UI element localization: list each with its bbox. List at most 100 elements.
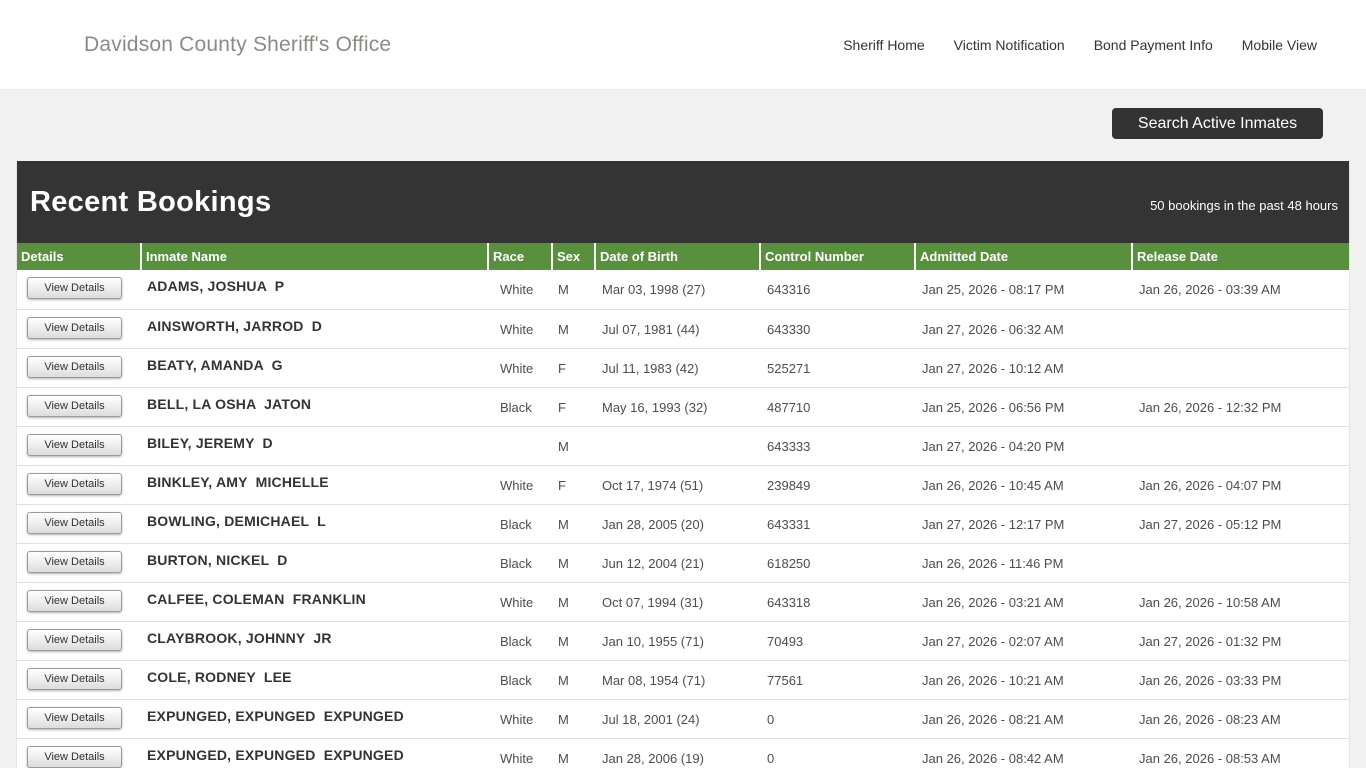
admitted-date-cell: Jan 25, 2026 - 08:17 PM xyxy=(915,270,1132,310)
view-details-button[interactable]: View Details xyxy=(27,706,122,729)
table-row: View Details EXPUNGED, EXPUNGED EXPUNGED… xyxy=(17,738,1349,768)
details-cell: View Details xyxy=(17,270,141,310)
release-date-cell: Jan 27, 2026 - 01:32 PM xyxy=(1132,621,1349,661)
search-row: Search Active Inmates xyxy=(0,90,1366,145)
details-cell: View Details xyxy=(17,699,141,739)
details-cell: View Details xyxy=(17,582,141,622)
release-date-cell xyxy=(1132,348,1349,388)
release-date-cell: Jan 26, 2026 - 08:23 AM xyxy=(1132,699,1349,739)
race-cell: White xyxy=(488,270,552,310)
date-of-birth-cell: Jan 28, 2006 (19) xyxy=(595,738,760,768)
admitted-date-cell: Jan 27, 2026 - 04:20 PM xyxy=(915,426,1132,466)
race-cell: Black xyxy=(488,543,552,583)
view-details-button[interactable]: View Details xyxy=(27,316,122,339)
sex-cell: M xyxy=(552,660,595,700)
control-number-cell: 239849 xyxy=(760,465,915,505)
view-details-button[interactable]: View Details xyxy=(27,394,122,417)
control-number-cell: 70493 xyxy=(760,621,915,661)
column-header: Date of Birth xyxy=(594,243,760,270)
inmate-name-cell: BEATY, AMANDA G xyxy=(141,348,488,388)
control-number-cell: 643318 xyxy=(760,582,915,622)
view-details-button[interactable]: View Details xyxy=(27,550,122,573)
view-details-button[interactable]: View Details xyxy=(27,511,122,534)
inmate-name-cell: EXPUNGED, EXPUNGED EXPUNGED xyxy=(141,738,488,768)
admitted-date-cell: Jan 26, 2026 - 08:21 AM xyxy=(915,699,1132,739)
control-number-cell: 643331 xyxy=(760,504,915,544)
nav-item[interactable]: Mobile View xyxy=(1242,37,1317,53)
date-of-birth-cell: Oct 17, 1974 (51) xyxy=(595,465,760,505)
race-cell: Black xyxy=(488,387,552,427)
table-row: View Details AINSWORTH, JARROD D White M… xyxy=(17,309,1349,349)
search-active-inmates-button[interactable]: Search Active Inmates xyxy=(1112,108,1323,139)
sex-cell: F xyxy=(552,348,595,388)
race-cell: Black xyxy=(488,504,552,544)
details-cell: View Details xyxy=(17,465,141,505)
admitted-date-cell: Jan 27, 2026 - 10:12 AM xyxy=(915,348,1132,388)
inmate-name-cell: ADAMS, JOSHUA P xyxy=(141,270,488,310)
table-row: View Details BELL, LA OSHA JATON Black F… xyxy=(17,387,1349,427)
details-cell: View Details xyxy=(17,426,141,466)
release-date-cell: Jan 27, 2026 - 05:12 PM xyxy=(1132,504,1349,544)
view-details-button[interactable]: View Details xyxy=(27,667,122,690)
table-header: Details Inmate Name Race Sex Date of Birth Co… xyxy=(17,243,1349,270)
view-details-button[interactable]: View Details xyxy=(27,628,122,651)
inmate-name-cell: BELL, LA OSHA JATON xyxy=(141,387,488,427)
release-date-cell: Jan 26, 2026 - 03:33 PM xyxy=(1132,660,1349,700)
race-cell: Black xyxy=(488,660,552,700)
nav-item[interactable]: Sheriff Home xyxy=(843,37,924,53)
admitted-date-cell: Jan 26, 2026 - 08:42 AM xyxy=(915,738,1132,768)
control-number-cell: 643330 xyxy=(760,309,915,349)
admitted-date-cell: Jan 26, 2026 - 10:21 AM xyxy=(915,660,1132,700)
table-row: View Details COLE, RODNEY LEE Black M Ma… xyxy=(17,660,1349,700)
table-row: View Details BILEY, JEREMY D M 643333 Ja… xyxy=(17,426,1349,466)
race-cell xyxy=(488,426,552,466)
column-header: Control Number xyxy=(759,243,915,270)
control-number-cell: 0 xyxy=(760,699,915,739)
race-cell: White xyxy=(488,348,552,388)
release-date-cell: Jan 26, 2026 - 08:53 AM xyxy=(1132,738,1349,768)
inmate-name-cell: COLE, RODNEY LEE xyxy=(141,660,488,700)
column-header: Sex xyxy=(551,243,595,270)
sex-cell: M xyxy=(552,270,595,310)
view-details-button[interactable]: View Details xyxy=(27,433,122,456)
table-row: View Details BEATY, AMANDA G White F Jul… xyxy=(17,348,1349,388)
inmate-name-cell: EXPUNGED, EXPUNGED EXPUNGED xyxy=(141,699,488,739)
table-row: View Details CLAYBROOK, JOHNNY JR Black … xyxy=(17,621,1349,661)
sex-cell: M xyxy=(552,504,595,544)
nav-item[interactable]: Victim Notification xyxy=(954,37,1065,53)
race-cell: White xyxy=(488,582,552,622)
column-header: Release Date xyxy=(1131,243,1349,270)
sex-cell: M xyxy=(552,582,595,622)
view-details-button[interactable]: View Details xyxy=(27,472,122,495)
date-of-birth-cell: Jul 11, 1983 (42) xyxy=(595,348,760,388)
view-details-button[interactable]: View Details xyxy=(27,277,122,299)
date-of-birth-cell: Mar 08, 1954 (71) xyxy=(595,660,760,700)
bookings-banner: Recent Bookings 50 bookings in the past … xyxy=(17,161,1349,243)
nav-item[interactable]: Bond Payment Info xyxy=(1094,37,1213,53)
view-details-button[interactable]: View Details xyxy=(27,355,122,378)
date-of-birth-cell: Jul 18, 2001 (24) xyxy=(595,699,760,739)
control-number-cell: 0 xyxy=(760,738,915,768)
inmate-name-cell: BINKLEY, AMY MICHELLE xyxy=(141,465,488,505)
inmate-name-cell: AINSWORTH, JARROD D xyxy=(141,309,488,349)
admitted-date-cell: Jan 25, 2026 - 06:56 PM xyxy=(915,387,1132,427)
details-cell: View Details xyxy=(17,621,141,661)
top-header: Davidson County Sheriff's Office Sheriff… xyxy=(0,0,1366,90)
admitted-date-cell: Jan 27, 2026 - 06:32 AM xyxy=(915,309,1132,349)
main-nav: Sheriff Home Victim Notification Bond Paym… xyxy=(843,37,1317,53)
sex-cell: M xyxy=(552,699,595,739)
admitted-date-cell: Jan 26, 2026 - 03:21 AM xyxy=(915,582,1132,622)
table-row: View Details BINKLEY, AMY MICHELLE White… xyxy=(17,465,1349,505)
race-cell: White xyxy=(488,738,552,768)
table-row: View Details BOWLING, DEMICHAEL L Black … xyxy=(17,504,1349,544)
sex-cell: F xyxy=(552,387,595,427)
details-cell: View Details xyxy=(17,504,141,544)
control-number-cell: 487710 xyxy=(760,387,915,427)
view-details-button[interactable]: View Details xyxy=(27,745,122,768)
table-row: View Details EXPUNGED, EXPUNGED EXPUNGED… xyxy=(17,699,1349,739)
control-number-cell: 643316 xyxy=(760,270,915,310)
column-header: Admitted Date xyxy=(914,243,1132,270)
view-details-button[interactable]: View Details xyxy=(27,589,122,612)
details-cell: View Details xyxy=(17,660,141,700)
admitted-date-cell: Jan 27, 2026 - 02:07 AM xyxy=(915,621,1132,661)
